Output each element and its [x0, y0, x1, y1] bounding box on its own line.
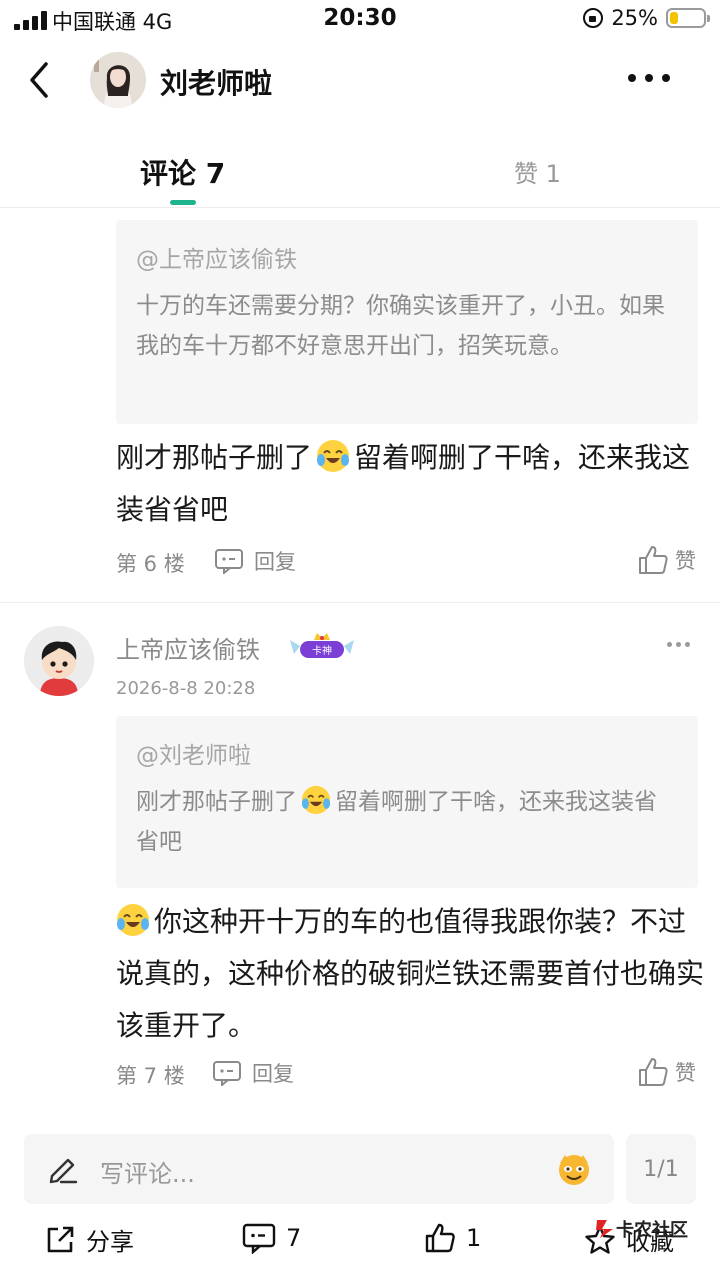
- page-title: 刘老师啦: [160, 67, 273, 100]
- quoted-comment[interactable]: @上帝应该偷铁 十万的车还需要分期？你确实该重开了，小丑。如果我的车十万都不好意…: [116, 220, 698, 424]
- like-label: 赞: [675, 549, 696, 573]
- cartoon-boy-avatar: [24, 626, 94, 696]
- dot-icon: [628, 74, 636, 82]
- quoted-text: 刚才那帖子删了 留着啊删了干啥，还来我这装省省吧: [136, 782, 678, 862]
- laugh-cry-emoji-icon: [301, 785, 331, 815]
- floor-number: 第 7 楼: [116, 1064, 185, 1088]
- tab-bar: 评论 7 赞 1: [0, 140, 720, 208]
- comment-input-placeholder: 写评论...: [100, 1160, 195, 1188]
- header: 刘老师啦: [0, 44, 720, 118]
- comment-input[interactable]: 写评论...: [24, 1134, 614, 1204]
- tab-comments[interactable]: 评论 7: [140, 152, 225, 192]
- laugh-cry-emoji-icon: [117, 904, 149, 936]
- active-tab-indicator: [170, 200, 196, 205]
- quoted-username: @上帝应该偷铁: [136, 247, 297, 273]
- comment-bubble-icon: [213, 1061, 241, 1086]
- dot-icon: [667, 642, 672, 647]
- like-button[interactable]: 赞: [637, 544, 696, 576]
- battery-icon: [666, 8, 710, 28]
- quoted-text-part: 刚才那帖子删了: [136, 789, 297, 815]
- quoted-text: 十万的车还需要分期？你确实该重开了，小丑。如果我的车十万都不好意思开出门，招笑玩…: [136, 293, 665, 359]
- dot-icon: [645, 74, 653, 82]
- like-button[interactable]: 赞: [637, 1056, 696, 1088]
- reply-button[interactable]: 回复: [212, 1058, 294, 1088]
- comment-bubble-icon: [242, 1223, 276, 1254]
- thumbs-up-icon: [425, 1223, 455, 1253]
- comment-bubble-icon: [215, 549, 243, 574]
- likes-count: 1: [466, 1224, 482, 1252]
- more-options-button[interactable]: [628, 74, 670, 82]
- comments-count: 7: [286, 1224, 302, 1252]
- comment-text-part: 你这种开十万的车的也值得我跟你装？不过说真的，这种价格的破铜烂铁还需要首付也确实…: [116, 905, 705, 1042]
- quoted-username: @刘老师啦: [136, 743, 251, 769]
- thumbs-up-icon: [639, 546, 668, 574]
- author-avatar[interactable]: [90, 52, 146, 108]
- comment-text-part: 刚才那帖子删了: [116, 441, 313, 474]
- thumbs-up-icon: [639, 1058, 668, 1086]
- rotation-lock-icon: [583, 8, 604, 28]
- pencil-icon: [49, 1158, 78, 1184]
- laugh-cry-emoji-icon: [317, 440, 350, 472]
- page-indicator[interactable]: 1/1: [626, 1134, 696, 1204]
- commenter-avatar[interactable]: [24, 626, 94, 696]
- comment-text: 刚才那帖子删了 留着啊删了干啥，还来我这装省省吧: [116, 432, 706, 536]
- dot-icon: [685, 642, 690, 647]
- watermark-logo: 卡农社区: [594, 1216, 688, 1242]
- like-post-button[interactable]: 1: [424, 1222, 481, 1254]
- comment-timestamp: 2026-8-8 20:28: [116, 678, 256, 699]
- reply-label: 回复: [252, 1062, 294, 1086]
- emoji-picker-icon[interactable]: [556, 1151, 592, 1187]
- watermark-text: 卡农社区: [616, 1220, 688, 1241]
- comments-button[interactable]: 7: [242, 1222, 301, 1254]
- status-bar: 中国联通 4G 20:30 25%: [0, 0, 720, 40]
- back-button[interactable]: [22, 60, 58, 100]
- battery-percent: 25%: [611, 6, 658, 30]
- floor-number: 第 6 楼: [116, 552, 185, 576]
- quoted-comment[interactable]: @刘老师啦 刚才那帖子删了 留着啊删了干啥，还来我这装省省吧: [116, 716, 698, 888]
- share-button[interactable]: 分享: [44, 1222, 134, 1257]
- comment-text: 你这种开十万的车的也值得我跟你装？不过说真的，这种价格的破铜烂铁还需要首付也确实…: [116, 896, 706, 1052]
- dot-icon: [662, 74, 670, 82]
- crown-badge-icon: 卡神: [290, 633, 354, 658]
- badge-label: 卡神: [312, 644, 332, 657]
- avatar-illustration: [90, 52, 146, 108]
- dot-icon: [676, 642, 681, 647]
- commenter-username[interactable]: 上帝应该偷铁: [116, 630, 260, 665]
- like-label: 赞: [675, 1061, 696, 1085]
- level-badge: 卡神: [288, 630, 356, 662]
- divider: [0, 602, 720, 603]
- tab-likes[interactable]: 赞 1: [514, 154, 561, 189]
- watermark-logo-icon: [596, 1220, 613, 1238]
- reply-label: 回复: [254, 550, 296, 574]
- share-label: 分享: [86, 1228, 134, 1256]
- chevron-left-icon: [30, 62, 48, 98]
- share-icon: [47, 1226, 74, 1252]
- comment-more-button[interactable]: [667, 642, 690, 647]
- reply-button[interactable]: 回复: [214, 546, 296, 576]
